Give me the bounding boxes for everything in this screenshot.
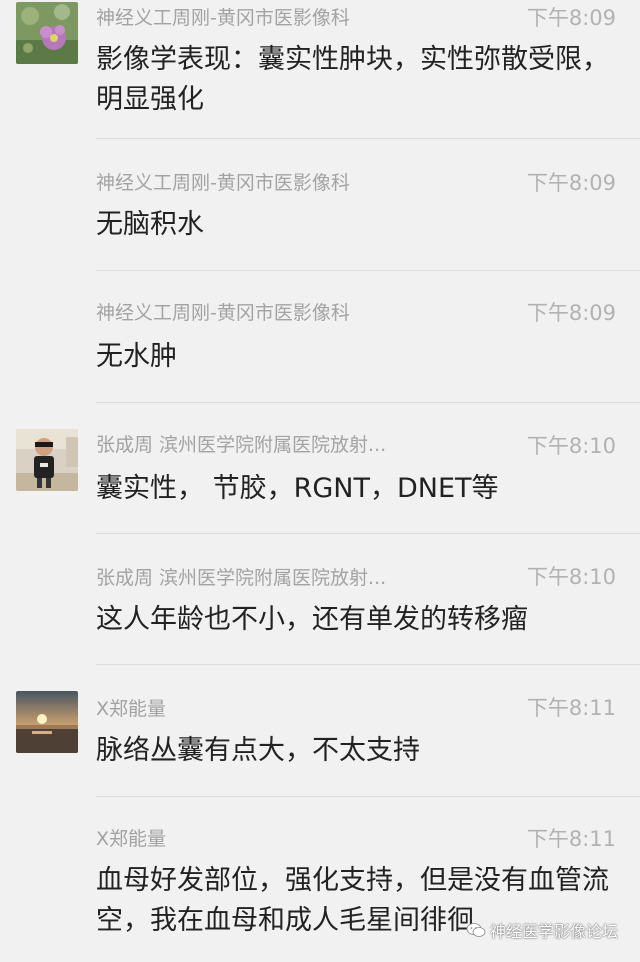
sender-name[interactable]: X郑能量 (96, 827, 166, 851)
sender-name[interactable]: 神经义工周刚-黄冈市医影像科 (96, 301, 350, 325)
message-time: 下午8:09 (526, 6, 616, 30)
sender-name[interactable]: 张成周 滨州医学院附属医院放射... (96, 433, 386, 457)
chat-message: 张成周 滨州医学院附属医院放射... 下午8:10 这人年龄也不小，还有单发的转… (0, 534, 640, 664)
chat-message: X郑能量 下午8:11 脉络丛囊有点大，不太支持 (0, 665, 640, 796)
message-text: 影像学表现：囊实性肿块，实性弥散受限，明显强化 (96, 44, 609, 115)
message-time: 下午8:09 (526, 301, 616, 325)
message-time: 下午8:10 (526, 434, 616, 458)
chat-message-list: 神经义工周刚-黄冈市医影像科 下午8:09 影像学表现：囊实性肿块，实性弥散受限… (0, 0, 640, 936)
message-text: 囊实性， 节胶，RGNT，DNET等 (96, 473, 499, 504)
sender-name[interactable]: 张成周 滨州医学院附属医院放射... (96, 566, 386, 590)
message-time: 下午8:11 (526, 696, 616, 720)
chat-message: 神经义工周刚-黄冈市医影像科 下午8:09 无水肿 (0, 271, 640, 402)
flower-avatar[interactable] (16, 2, 78, 64)
message-time: 下午8:09 (526, 171, 616, 195)
watermark: 神经医学影像论坛 (466, 918, 618, 942)
sender-name[interactable]: 神经义工周刚-黄冈市医影像科 (96, 171, 350, 195)
message-time: 下午8:11 (526, 827, 616, 851)
message-text: 脉络丛囊有点大，不太支持 (96, 735, 420, 766)
wechat-icon (466, 923, 486, 937)
message-text: 无脑积水 (96, 209, 204, 240)
sender-name[interactable]: X郑能量 (96, 697, 166, 721)
message-time: 下午8:10 (526, 565, 616, 589)
chat-message: 神经义工周刚-黄冈市医影像科 下午8:09 影像学表现：囊实性肿块，实性弥散受限… (0, 0, 640, 138)
child-avatar[interactable] (16, 429, 78, 491)
message-text: 无水肿 (96, 341, 177, 372)
message-text: 这人年龄也不小，还有单发的转移瘤 (96, 604, 528, 635)
sender-name[interactable]: 神经义工周刚-黄冈市医影像科 (96, 6, 350, 30)
watermark-text: 神经医学影像论坛 (489, 922, 618, 941)
chat-message: 神经义工周刚-黄冈市医影像科 下午8:09 无脑积水 (0, 139, 640, 270)
chat-message: 张成周 滨州医学院附属医院放射... 下午8:10 囊实性， 节胶，RGNT，D… (0, 403, 640, 533)
sunset-avatar[interactable] (16, 691, 78, 753)
